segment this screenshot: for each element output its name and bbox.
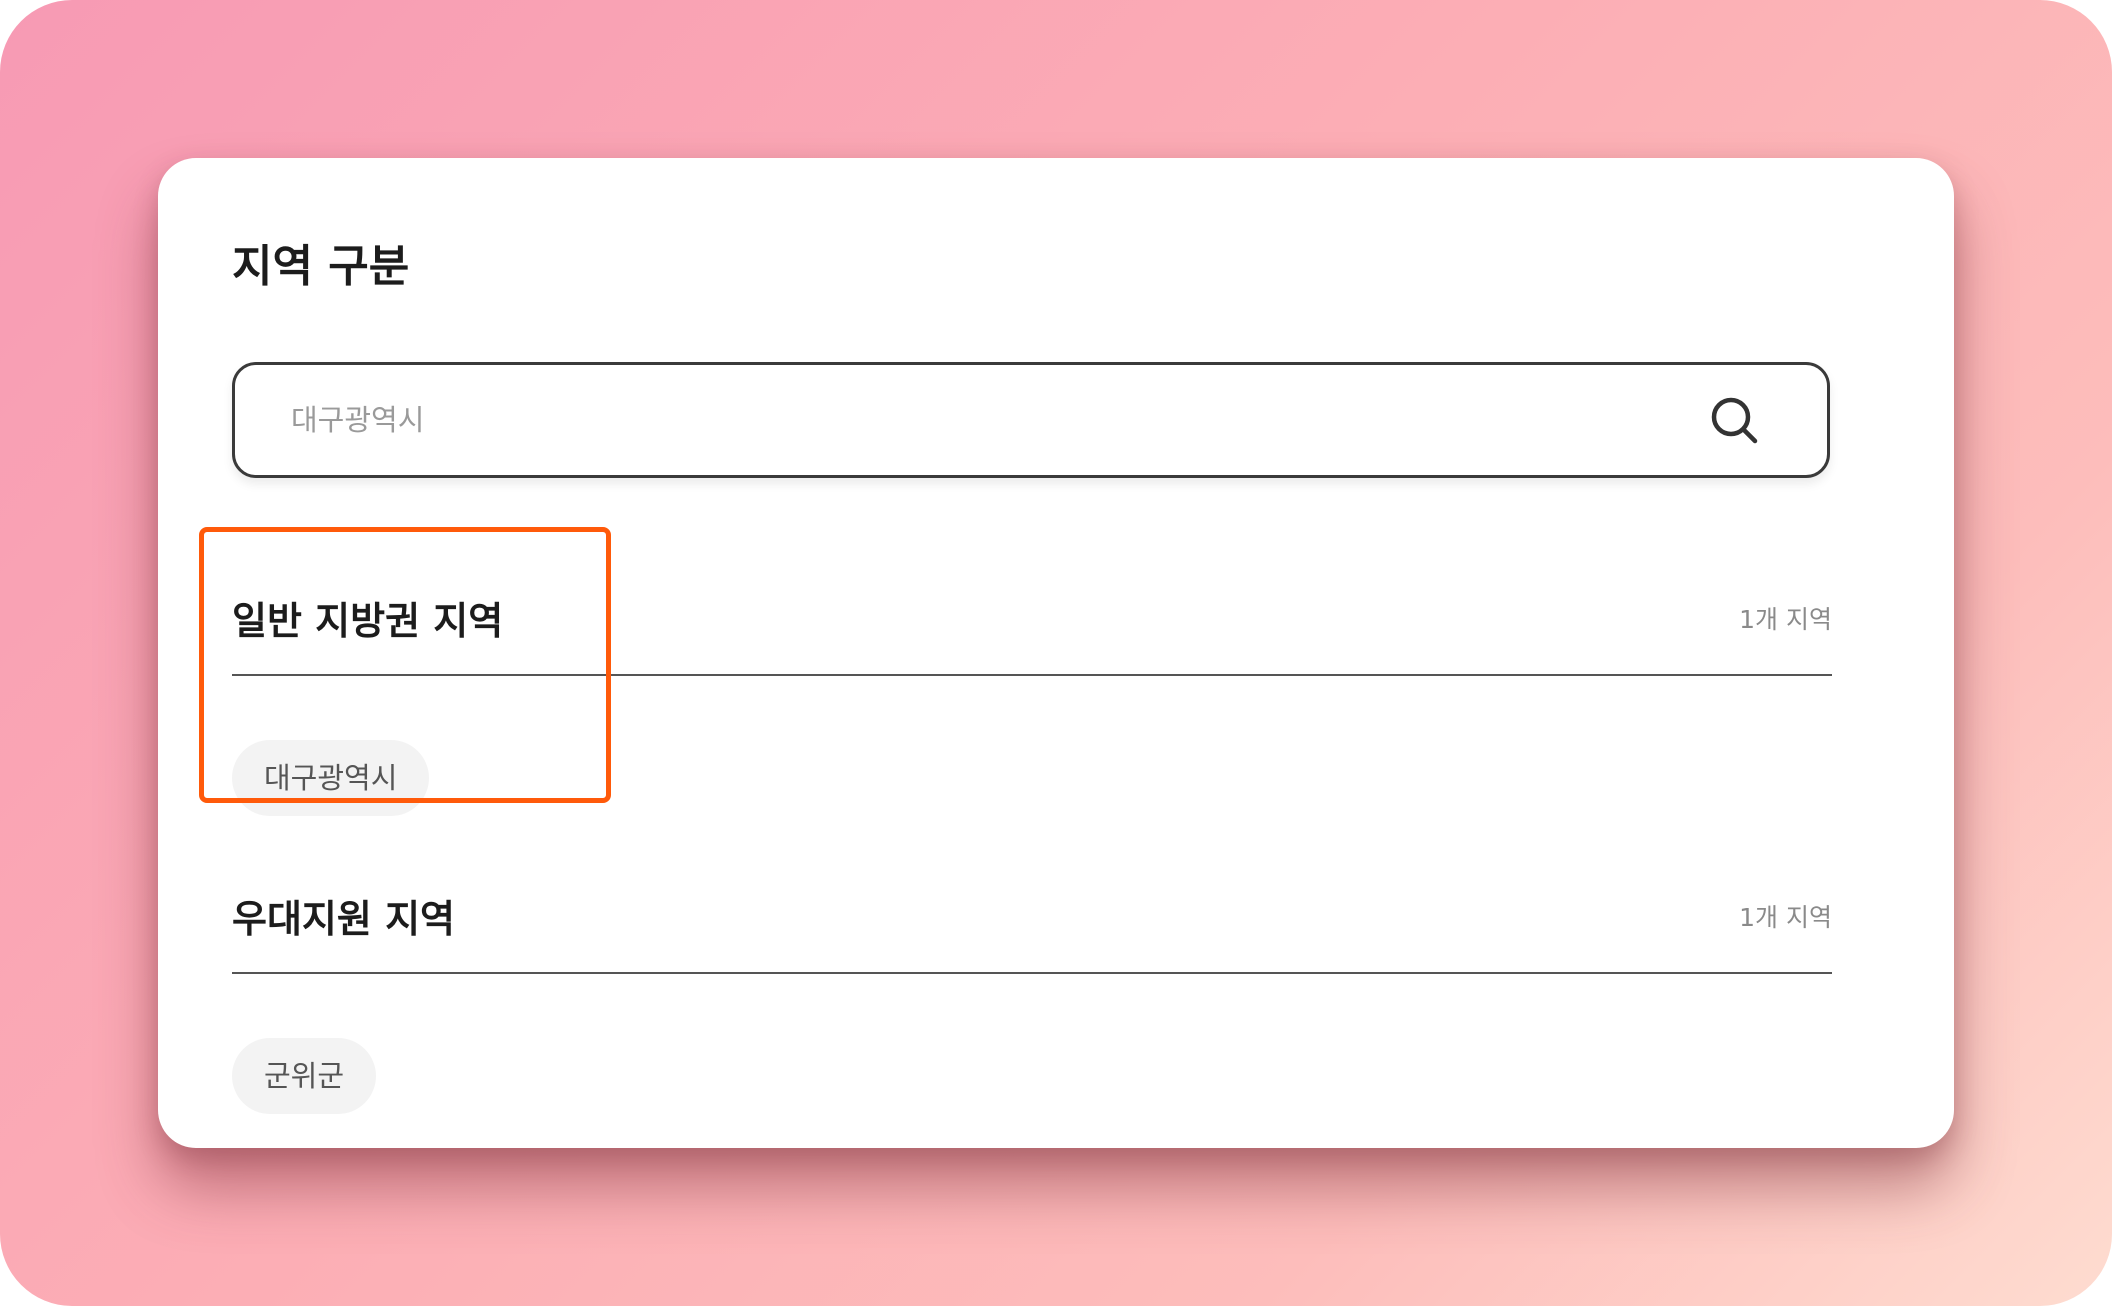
section-general-region: 일반 지방권 지역 1개 지역 대구광역시 [232,566,1832,818]
section-preferential-region: 우대지원 지역 1개 지역 군위군 [232,864,1832,1116]
search-input[interactable] [291,365,1591,475]
section-count: 1개 지역 [1739,903,1832,932]
region-chip-gunwi[interactable]: 군위군 [232,1038,377,1114]
search-icon[interactable] [1709,395,1761,447]
chip-list: 군위군 [232,1038,1832,1116]
panel-title: 지역 구분 [232,241,410,292]
section-title: 일반 지방권 지역 [232,599,504,643]
chip-list: 대구광역시 [232,740,1832,818]
section-header: 우대지원 지역 1개 지역 [232,864,1832,974]
region-panel: 지역 구분 일반 지방권 지역 1개 지역 대구광역시 우대지원 지역 1개 지… [158,158,1954,1148]
section-header: 일반 지방권 지역 1개 지역 [232,566,1832,676]
section-title: 우대지원 지역 [232,897,455,941]
section-count: 1개 지역 [1739,605,1832,634]
search-box [232,362,1830,478]
background: 지역 구분 일반 지방권 지역 1개 지역 대구광역시 우대지원 지역 1개 지… [0,0,2112,1306]
region-chip-daegu[interactable]: 대구광역시 [232,740,430,816]
